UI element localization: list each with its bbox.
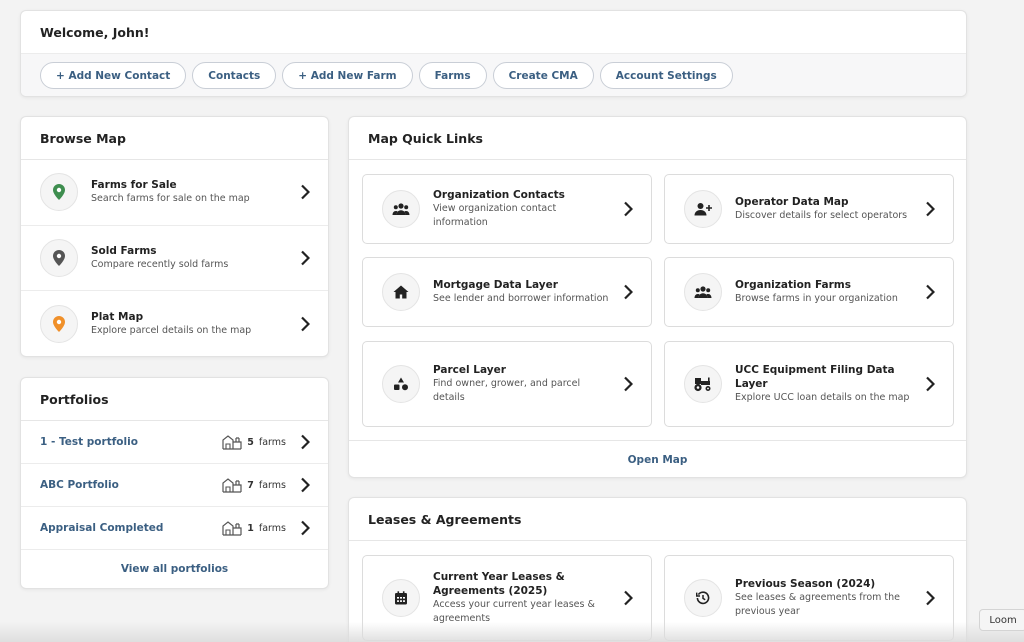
portfolio-row[interactable]: ABC Portfolio 7 farms xyxy=(21,464,328,507)
portfolios-card: Portfolios 1 - Test portfolio 5 farms AB… xyxy=(20,377,329,589)
quick-link-operator-data-map[interactable]: Operator Data Map Discover details for s… xyxy=(664,174,954,244)
item-subtitle: See leases & agreements from the previou… xyxy=(735,592,901,617)
account-settings-button[interactable]: Account Settings xyxy=(599,62,733,89)
chevron-right-icon xyxy=(624,201,633,217)
chevron-right-icon[interactable] xyxy=(300,520,310,536)
calendar-icon xyxy=(382,579,420,617)
add-new-farm-button[interactable]: + Add New Farm xyxy=(282,62,413,89)
quick-action-bar: + Add New Contact Contacts + Add New Far… xyxy=(21,54,966,96)
shapes-icon xyxy=(382,365,420,403)
item-title: Previous Season (2024) xyxy=(735,578,876,590)
browse-map-item-farms-for-sale[interactable]: Farms for Sale Search farms for sale on … xyxy=(21,160,328,226)
map-quick-links-title: Map Quick Links xyxy=(349,117,966,160)
chevron-right-icon xyxy=(301,250,310,266)
item-subtitle: Explore UCC loan details on the map xyxy=(735,392,910,403)
item-subtitle: Compare recently sold farms xyxy=(91,258,229,270)
map-pin-icon xyxy=(40,173,78,212)
portfolio-row[interactable]: 1 - Test portfolio 5 farms xyxy=(21,421,328,464)
item-subtitle: Find owner, grower, and parcel details xyxy=(433,378,581,403)
browse-map-title: Browse Map xyxy=(21,117,328,160)
quick-link-mortgage-data-layer[interactable]: Mortgage Data Layer See lender and borro… xyxy=(362,257,652,327)
farm-count-unit: farms xyxy=(258,522,286,534)
bottom-fade xyxy=(0,622,1024,642)
item-title: UCC Equipment Filing Data Layer xyxy=(735,364,895,390)
item-title: Parcel Layer xyxy=(433,364,506,376)
welcome-card: Welcome, John! + Add New Contact Contact… xyxy=(20,10,967,97)
browse-map-item-sold-farms[interactable]: Sold Farms Compare recently sold farms xyxy=(21,226,328,291)
item-subtitle: See lender and borrower information xyxy=(433,293,609,304)
view-all-portfolios-link[interactable]: View all portfolios xyxy=(21,550,328,588)
farm-count: 5 xyxy=(247,436,254,448)
chevron-right-icon xyxy=(926,201,935,217)
map-pin-icon xyxy=(40,238,78,277)
history-icon xyxy=(684,579,722,617)
map-pin-icon xyxy=(40,304,78,343)
chevron-right-icon xyxy=(301,184,310,200)
item-title: Mortgage Data Layer xyxy=(433,279,558,291)
portfolio-name[interactable]: Appraisal Completed xyxy=(40,522,163,534)
chevron-right-icon xyxy=(926,590,935,606)
browse-map-item-plat-map[interactable]: Plat Map Explore parcel details on the m… xyxy=(21,291,328,356)
quick-link-organization-contacts[interactable]: Organization Contacts View organization … xyxy=(362,174,652,244)
tractor-icon xyxy=(684,365,722,403)
portfolios-title: Portfolios xyxy=(21,378,328,421)
chevron-right-icon xyxy=(624,590,633,606)
open-map-link[interactable]: Open Map xyxy=(349,440,966,477)
chevron-right-icon xyxy=(624,376,633,392)
barn-icon xyxy=(222,435,242,450)
chevron-right-icon xyxy=(926,284,935,300)
users-icon xyxy=(684,273,722,311)
item-title: Current Year Leases & Agreements (2025) xyxy=(433,571,565,597)
browse-map-card: Browse Map Farms for Sale Search farms f… xyxy=(20,116,329,357)
home-icon xyxy=(382,273,420,311)
item-title: Farms for Sale xyxy=(91,179,177,192)
farms-button[interactable]: Farms xyxy=(418,62,487,89)
item-subtitle: Browse farms in your organization xyxy=(735,293,898,304)
leases-agreements-card: Leases & Agreements Current Year Leases … xyxy=(348,497,967,642)
barn-icon xyxy=(222,478,242,493)
item-title: Plat Map xyxy=(91,310,144,323)
item-subtitle: Discover details for select operators xyxy=(735,210,908,221)
item-subtitle: Search farms for sale on the map xyxy=(91,193,250,205)
map-quick-links-card: Map Quick Links Organization Contacts Vi… xyxy=(348,116,967,478)
portfolio-name[interactable]: ABC Portfolio xyxy=(40,479,119,491)
portfolio-row[interactable]: Appraisal Completed 1 farms xyxy=(21,507,328,550)
contacts-button[interactable]: Contacts xyxy=(192,62,277,89)
quick-link-organization-farms[interactable]: Organization Farms Browse farms in your … xyxy=(664,257,954,327)
farm-count: 1 xyxy=(247,522,254,534)
item-title: Operator Data Map xyxy=(735,196,849,208)
item-title: Sold Farms xyxy=(91,244,157,257)
add-new-contact-button[interactable]: + Add New Contact xyxy=(40,62,187,89)
chevron-right-icon xyxy=(624,284,633,300)
loom-button[interactable]: Loom xyxy=(979,609,1024,631)
farm-count-unit: farms xyxy=(258,479,286,491)
item-subtitle: Explore parcel details on the map xyxy=(91,324,252,336)
chevron-right-icon[interactable] xyxy=(300,477,310,493)
farm-count: 7 xyxy=(247,479,254,491)
item-title: Organization Contacts xyxy=(433,189,565,201)
chevron-right-icon[interactable] xyxy=(300,434,310,450)
item-title: Organization Farms xyxy=(735,279,851,291)
welcome-title: Welcome, John! xyxy=(21,11,966,54)
quick-link-ucc-equipment-filing[interactable]: UCC Equipment Filing Data Layer Explore … xyxy=(664,341,954,427)
quick-link-parcel-layer[interactable]: Parcel Layer Find owner, grower, and par… xyxy=(362,341,652,427)
chevron-right-icon xyxy=(301,316,310,332)
portfolio-name[interactable]: 1 - Test portfolio xyxy=(40,436,138,448)
create-cma-button[interactable]: Create CMA xyxy=(492,62,594,89)
user-plus-icon xyxy=(684,190,722,228)
leases-agreements-title: Leases & Agreements xyxy=(349,498,966,541)
item-subtitle: View organization contact information xyxy=(433,203,557,228)
chevron-right-icon xyxy=(926,376,935,392)
users-icon xyxy=(382,190,420,228)
barn-icon xyxy=(222,521,242,536)
farm-count-unit: farms xyxy=(258,436,286,448)
